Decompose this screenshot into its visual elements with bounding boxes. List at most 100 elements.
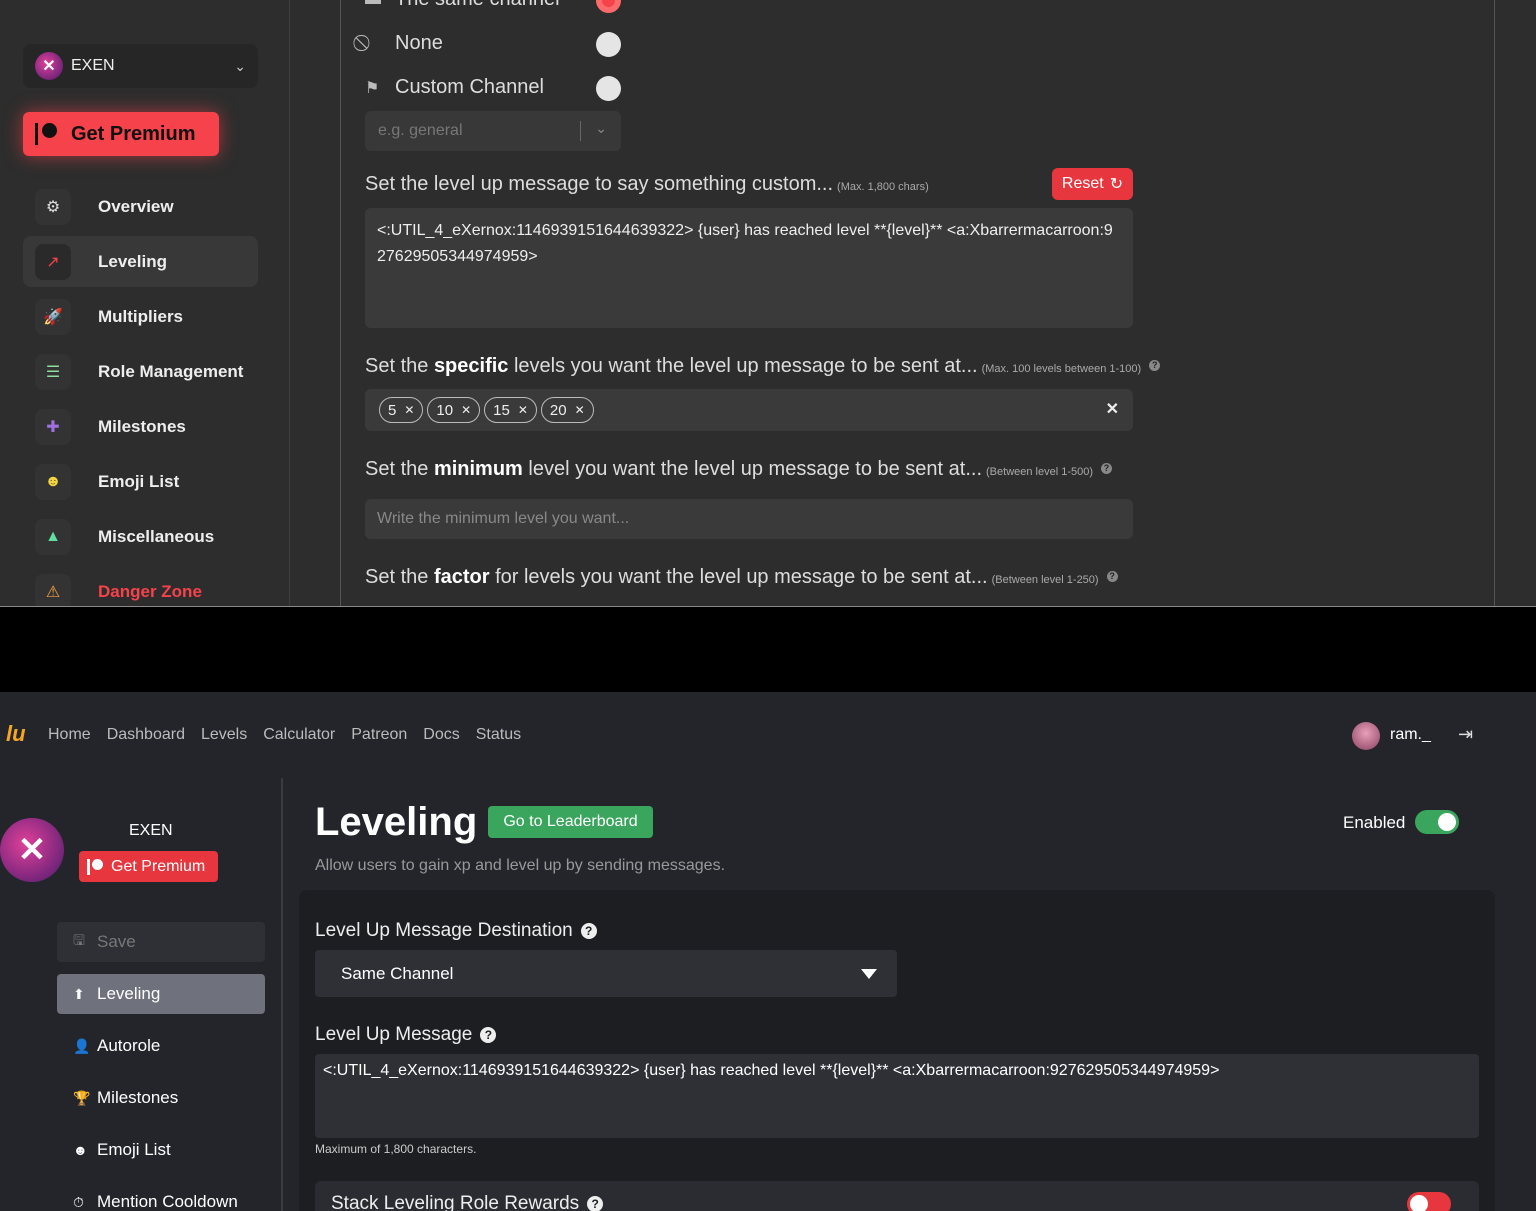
level-chip: 5 ✕	[379, 397, 424, 423]
list-settings-icon: ☰	[35, 353, 71, 390]
chevron-down-icon: ⌄	[234, 57, 246, 74]
max-chars-note: Maximum of 1,800 characters.	[315, 1142, 477, 1156]
leveling-icon: ⬆	[73, 985, 85, 1002]
sidebar-item-milestones[interactable]: ✚ Milestones	[23, 401, 258, 452]
sidebar-item-emoji-list[interactable]: ☻ Emoji List	[57, 1130, 265, 1170]
nav-link-levels[interactable]: Levels	[201, 726, 247, 744]
user-name[interactable]: ram._	[1390, 726, 1431, 744]
sidebar-item-label: Milestones	[97, 1088, 179, 1107]
sidebar-item-multipliers[interactable]: 🚀 Multipliers	[23, 291, 258, 342]
stack-rewards-toggle[interactable]	[1407, 1192, 1451, 1211]
radio-custom-channel[interactable]: ⚑ Custom Channel	[365, 76, 544, 99]
help-icon[interactable]: ?	[1106, 571, 1118, 582]
factor-hint: (Between level 1-250)	[991, 574, 1099, 586]
get-premium-button[interactable]: Get Premium	[23, 112, 219, 156]
sidebar-item-leveling[interactable]: ↗ Leveling	[23, 236, 258, 287]
save-button[interactable]: 🖫 Save	[57, 922, 265, 962]
message-label-text: Set the level up message to say somethin…	[365, 173, 834, 195]
server-avatar: ✕	[35, 52, 63, 80]
smiley-icon: ☻	[35, 463, 71, 500]
user-plus-icon: 👤	[73, 1037, 91, 1054]
nav-link-home[interactable]: Home	[48, 726, 91, 744]
sidebar-item-emoji-list[interactable]: ☻ Emoji List	[23, 456, 258, 507]
sidebar-item-danger-zone[interactable]: ⚠ Danger Zone	[23, 566, 258, 606]
nav-link-patreon[interactable]: Patreon	[351, 726, 407, 744]
get-premium-label: Get Premium	[71, 122, 196, 145]
get-premium-button[interactable]: Get Premium	[79, 851, 218, 882]
save-icon: 🖫	[73, 932, 85, 948]
remove-icon[interactable]: ✕	[404, 403, 414, 417]
factor-label: Set the factor for levels you want the l…	[365, 566, 1118, 589]
sidebar-nav: 🖫 Save ⬆ Leveling 👤 Autorole 🏆 Milestone…	[57, 922, 265, 1211]
leaderboard-button[interactable]: Go to Leaderboard	[488, 806, 653, 838]
clear-icon[interactable]: ✕	[1106, 399, 1119, 419]
top-screenshot: ✕ EXEN ⌄ Get Premium ⚙ Overview ↗ Leveli…	[0, 0, 1536, 607]
radio-dot-none[interactable]	[596, 32, 621, 57]
divider	[580, 121, 581, 141]
top-navbar: lu Home Dashboard Levels Calculator Patr…	[0, 692, 1536, 778]
help-icon[interactable]: ?	[480, 1027, 497, 1043]
radio-label: The same channel	[395, 0, 560, 11]
radio-dot-custom-channel[interactable]	[596, 76, 621, 101]
patreon-icon	[35, 123, 57, 145]
help-icon[interactable]: ?	[1101, 463, 1113, 474]
separator-band	[0, 608, 1536, 692]
sidebar: ✕ EXEN ⌄ Get Premium ⚙ Overview ↗ Leveli…	[0, 0, 290, 606]
minimum-hint: (Between level 1-500)	[986, 466, 1094, 478]
site-logo-icon[interactable]: lu	[6, 721, 28, 747]
user-avatar[interactable]	[1352, 722, 1380, 750]
sidebar-item-overview[interactable]: ⚙ Overview	[23, 181, 258, 232]
page-title: Leveling	[315, 800, 478, 844]
destination-select[interactable]: Same Channel	[315, 950, 897, 997]
nav-link-calculator[interactable]: Calculator	[263, 726, 335, 744]
message-textarea[interactable]: <:UTIL_4_eXernox:1146939151644639322> {u…	[315, 1054, 1479, 1138]
stack-rewards-label: Stack Leveling Role Rewards?	[331, 1193, 604, 1211]
sidebar-item-label: Miscellaneous	[98, 526, 215, 546]
help-icon[interactable]: ?	[580, 923, 597, 939]
settings-panel: Level Up Message Destination? Same Chann…	[299, 890, 1495, 1211]
radio-none[interactable]: ⃠ None	[365, 32, 443, 55]
patreon-icon	[87, 858, 103, 875]
sidebar-item-label: Mention Cooldown	[97, 1192, 238, 1211]
radio-label: Custom Channel	[395, 76, 544, 98]
server-name: EXEN	[71, 57, 115, 74]
reset-button[interactable]: Reset ↻	[1052, 168, 1133, 200]
remove-icon[interactable]: ✕	[575, 403, 585, 417]
help-icon[interactable]: ?	[1149, 360, 1161, 371]
radio-dot-same-channel[interactable]	[596, 0, 621, 13]
sidebar-item-milestones[interactable]: 🏆 Milestones	[57, 1078, 265, 1118]
custom-channel-select[interactable]: e.g. general ⌄	[365, 111, 621, 151]
chevron-down-icon: ⌄	[595, 120, 607, 136]
nav-link-docs[interactable]: Docs	[423, 726, 459, 744]
sidebar-item-role-management[interactable]: ☰ Role Management	[23, 346, 258, 397]
remove-icon[interactable]: ✕	[518, 403, 528, 417]
sidebar-item-label: Autorole	[97, 1036, 161, 1055]
sidebar-item-miscellaneous[interactable]: ▲ Miscellaneous	[23, 511, 258, 562]
level-chip: 20 ✕	[540, 397, 594, 423]
stack-label-text: Stack Leveling Role Rewards	[331, 1193, 580, 1211]
logout-icon[interactable]: ⇥	[1458, 724, 1473, 745]
enabled-toggle[interactable]	[1415, 810, 1459, 834]
server-avatar: ✕	[0, 818, 64, 882]
nav-link-status[interactable]: Status	[476, 726, 521, 744]
sidebar-item-label: Emoji List	[97, 1140, 171, 1159]
shapes-icon: ▲	[35, 518, 71, 555]
sidebar-item-autorole[interactable]: 👤 Autorole	[57, 1026, 265, 1066]
toggle-knob	[1410, 1195, 1428, 1211]
remove-icon[interactable]: ✕	[461, 403, 471, 417]
specific-levels-input[interactable]: 5 ✕ 10 ✕ 15 ✕ 20 ✕ ✕	[365, 389, 1133, 431]
minimum-level-input[interactable]: Write the minimum level you want...	[365, 499, 1133, 539]
sidebar-item-mention-cooldown[interactable]: ⏱ Mention Cooldown	[57, 1182, 265, 1211]
sidebar-item-label: Danger Zone	[98, 581, 202, 601]
destination-label: Level Up Message Destination?	[315, 920, 597, 942]
server-name: EXEN	[129, 822, 173, 839]
sidebar-item-leveling[interactable]: ⬆ Leveling	[57, 974, 265, 1014]
help-icon[interactable]: ?	[587, 1196, 604, 1211]
message-textarea[interactable]: <:UTIL_4_eXernox:1146939151644639322> {u…	[365, 208, 1133, 328]
sidebar-item-label: Multipliers	[98, 306, 184, 326]
radio-same-channel[interactable]: ▬ The same channel	[365, 0, 560, 11]
nav-link-dashboard[interactable]: Dashboard	[107, 726, 185, 744]
smiley-icon: ☻	[73, 1142, 88, 1158]
level-chip: 10 ✕	[427, 397, 481, 423]
server-selector[interactable]: ✕ EXEN ⌄	[23, 44, 258, 88]
